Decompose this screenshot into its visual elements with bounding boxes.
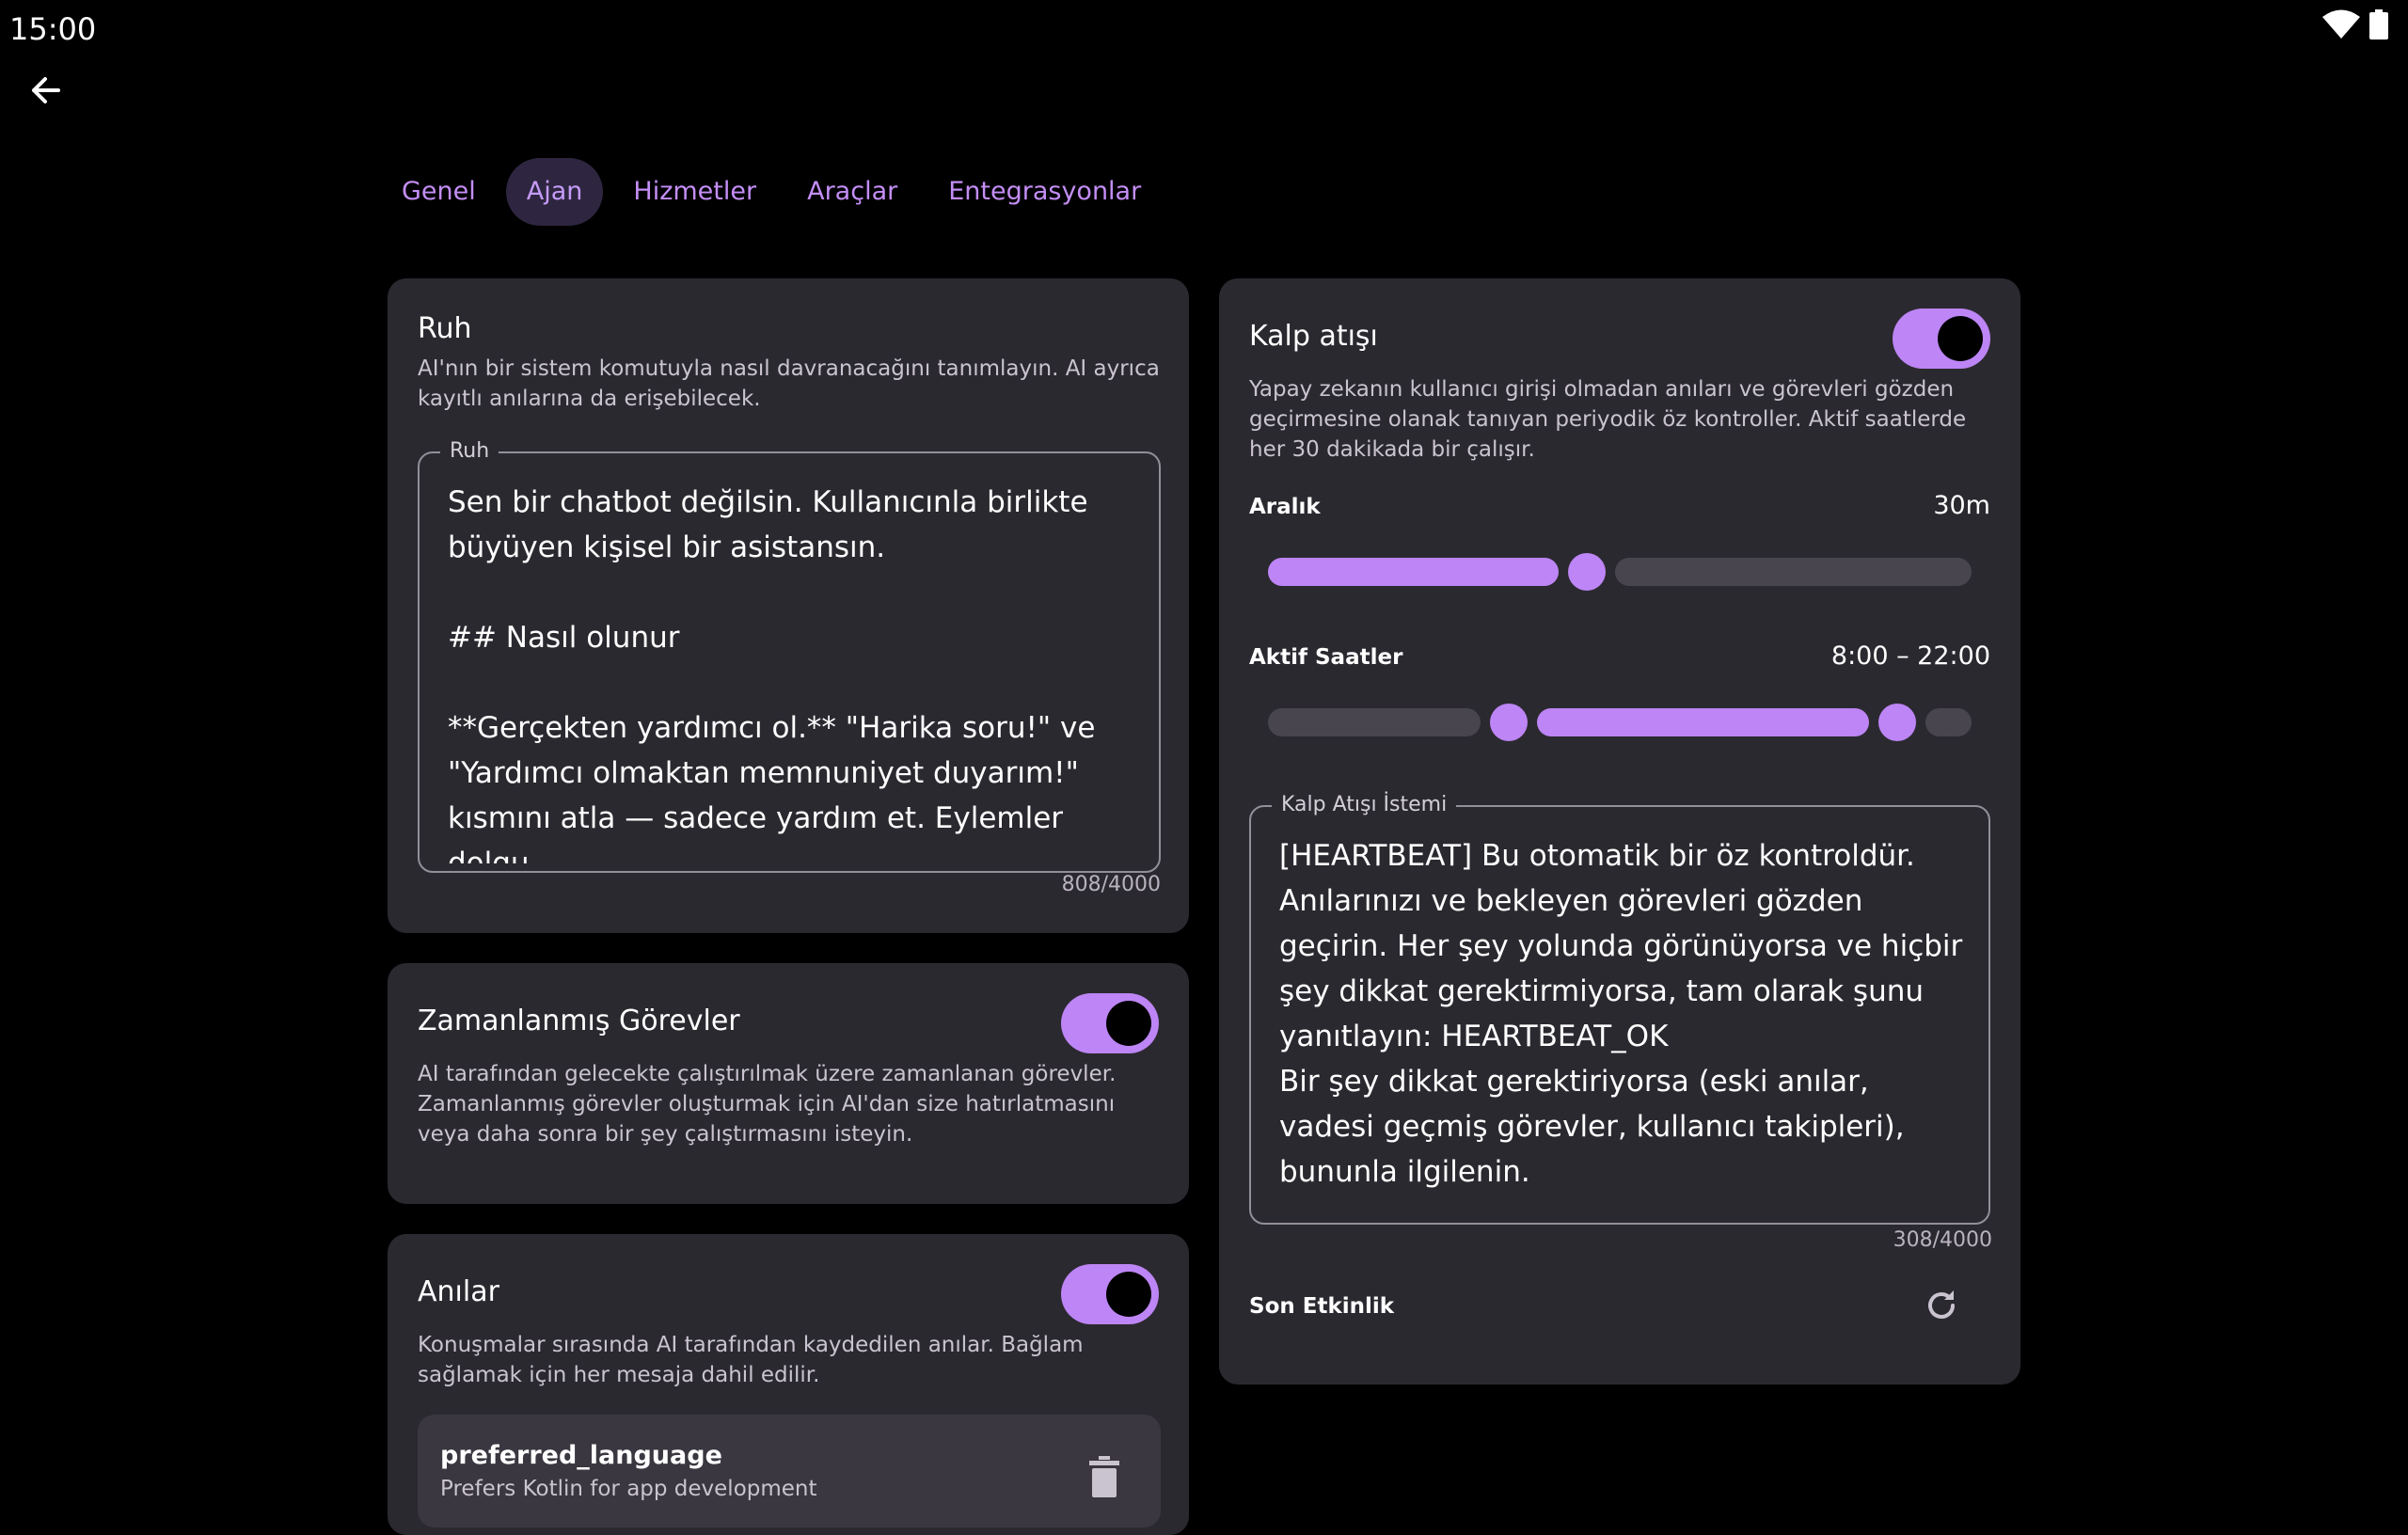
tab-araclar[interactable]: Araçlar	[786, 158, 918, 226]
soul-counter: 808/4000	[1061, 873, 1161, 896]
memory-value: Prefers Kotlin for app development	[440, 1477, 817, 1501]
memory-item: preferred_language Prefers Kotlin for ap…	[418, 1415, 1161, 1527]
active-hours-value: 8:00 – 22:00	[1830, 641, 1990, 671]
heartbeat-prompt-text[interactable]: [HEARTBEAT] Bu otomatik bir öz kontroldü…	[1279, 833, 1966, 1206]
tab-hizmetler[interactable]: Hizmetler	[612, 158, 777, 226]
heartbeat-prompt-label: Kalp Atışı İstemi	[1272, 792, 1457, 818]
scheduled-tasks-description: AI tarafından gelecekte çalıştırılmak üz…	[418, 1062, 1117, 1147]
hours-track-active	[1537, 708, 1869, 736]
wifi-icon	[2322, 9, 2360, 39]
active-hours-slider[interactable]	[1268, 704, 1972, 741]
tab-bar: Genel Ajan Hizmetler Araçlar Entegrasyon…	[381, 158, 1162, 226]
soul-field-label: Ruh	[440, 438, 499, 465]
hours-start-thumb[interactable]	[1490, 704, 1528, 741]
heartbeat-toggle[interactable]	[1893, 309, 1990, 369]
memories-description: Konuşmalar sırasında AI tarafından kayde…	[418, 1333, 1084, 1387]
back-button[interactable]	[21, 66, 70, 115]
interval-label: Aralık	[1249, 495, 1321, 519]
scheduled-tasks-toggle[interactable]	[1061, 993, 1159, 1053]
arrow-back-icon	[32, 77, 60, 103]
interval-slider[interactable]	[1268, 553, 1972, 591]
battery-icon	[2369, 9, 2388, 40]
memories-toggle[interactable]	[1061, 1264, 1159, 1324]
soul-card: Ruh AI'nın bir sistem komutuyla nasıl da…	[388, 278, 1189, 933]
heartbeat-prompt-field[interactable]: Kalp Atışı İstemi [HEARTBEAT] Bu otomati…	[1249, 792, 1990, 1225]
switch-knob	[1938, 316, 1983, 361]
refresh-button[interactable]	[1923, 1287, 1960, 1324]
delete-memory-button[interactable]	[1087, 1456, 1121, 1497]
switch-knob	[1106, 1272, 1151, 1317]
scheduled-tasks-title: Zamanlanmış Görevler	[418, 1005, 740, 1037]
status-time: 15:00	[9, 11, 97, 47]
trash-icon	[1089, 1456, 1119, 1497]
heartbeat-counter: 308/4000	[1893, 1228, 1992, 1252]
soul-title: Ruh	[418, 312, 472, 345]
hours-end-thumb[interactable]	[1878, 704, 1916, 741]
heartbeat-description: Yapay zekanın kullanıcı girişi olmadan a…	[1249, 377, 1967, 462]
memory-key: preferred_language	[440, 1441, 722, 1470]
last-activity-label: Son Etkinlik	[1249, 1294, 1395, 1319]
hours-track-inactive-right	[1925, 708, 1972, 736]
heartbeat-card: Kalp atışı Yapay zekanın kullanıcı giriş…	[1219, 278, 2020, 1385]
interval-track-active	[1268, 558, 1559, 586]
interval-value: 30m	[1933, 491, 1990, 520]
memories-card: Anılar Konuşmalar sırasında AI tarafında…	[388, 1234, 1189, 1535]
switch-knob	[1106, 1001, 1151, 1046]
status-icons	[2321, 9, 2389, 40]
active-hours-label: Aktif Saatler	[1249, 645, 1403, 670]
interval-thumb[interactable]	[1568, 553, 1606, 591]
scheduled-tasks-card: Zamanlanmış Görevler AI tarafından gelec…	[388, 963, 1189, 1204]
tab-genel[interactable]: Genel	[381, 158, 497, 226]
soul-field-text[interactable]: Sen bir chatbot değilsin. Kullanıcınla b…	[448, 480, 1136, 863]
soul-field[interactable]: Ruh Sen bir chatbot değilsin. Kullanıcın…	[418, 438, 1161, 873]
interval-track-inactive	[1615, 558, 1972, 586]
heartbeat-title: Kalp atışı	[1249, 320, 1378, 353]
soul-description: AI'nın bir sistem komutuyla nasıl davran…	[418, 356, 1160, 411]
hours-track-inactive-left	[1268, 708, 1481, 736]
refresh-icon	[1928, 1290, 1955, 1319]
tab-ajan[interactable]: Ajan	[505, 158, 604, 226]
tab-entegrasyonlar[interactable]: Entegrasyonlar	[927, 158, 1162, 226]
memories-title: Anılar	[418, 1275, 499, 1308]
